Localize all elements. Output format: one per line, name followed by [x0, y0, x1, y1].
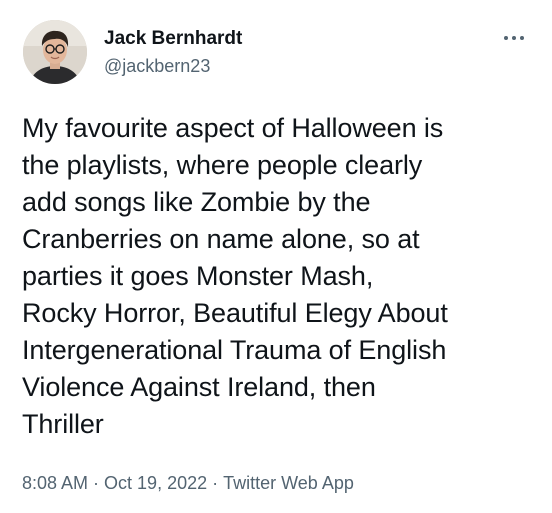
- tweet-text-line: Cranberries on name alone, so at: [22, 224, 420, 254]
- meta-separator: ·: [212, 473, 219, 493]
- tweet-text-line: add songs like Zombie by the: [22, 187, 371, 217]
- author-handle[interactable]: @jackbern23: [104, 55, 210, 77]
- tweet-text-line: My favourite aspect of Halloween is: [22, 113, 444, 143]
- tweet-meta: 8:08 AM · Oct 19, 2022 · Twitter Web App: [22, 472, 354, 494]
- more-horizontal-icon[interactable]: [496, 26, 532, 50]
- tweet-text-line: Violence Against Ireland, then: [22, 372, 376, 402]
- more-dot: [504, 36, 508, 40]
- more-dot: [520, 36, 524, 40]
- tweet-text-line: Rocky Horror, Beautiful Elegy About: [22, 298, 448, 328]
- more-dot: [512, 36, 516, 40]
- avatar[interactable]: [23, 20, 87, 84]
- author-display-name[interactable]: Jack Bernhardt: [104, 28, 242, 50]
- tweet-date-link[interactable]: Oct 19, 2022: [104, 473, 207, 493]
- tweet-text-line: Thriller: [22, 409, 104, 439]
- tweet-text-line: the playlists, where people clearly: [22, 150, 423, 180]
- avatar-image: [23, 20, 87, 84]
- tweet-time-link[interactable]: 8:08 AM: [22, 473, 88, 493]
- tweet-text: My favourite aspect of Halloween is the …: [22, 110, 542, 443]
- tweet-text-line: Intergenerational Trauma of English: [22, 335, 447, 365]
- meta-separator: ·: [93, 473, 100, 493]
- tweet-text-line: parties it goes Monster Mash,: [22, 261, 374, 291]
- tweet-source-link[interactable]: Twitter Web App: [223, 473, 354, 493]
- tweet-card: Jack Bernhardt @jackbern23 My favourite …: [0, 0, 552, 513]
